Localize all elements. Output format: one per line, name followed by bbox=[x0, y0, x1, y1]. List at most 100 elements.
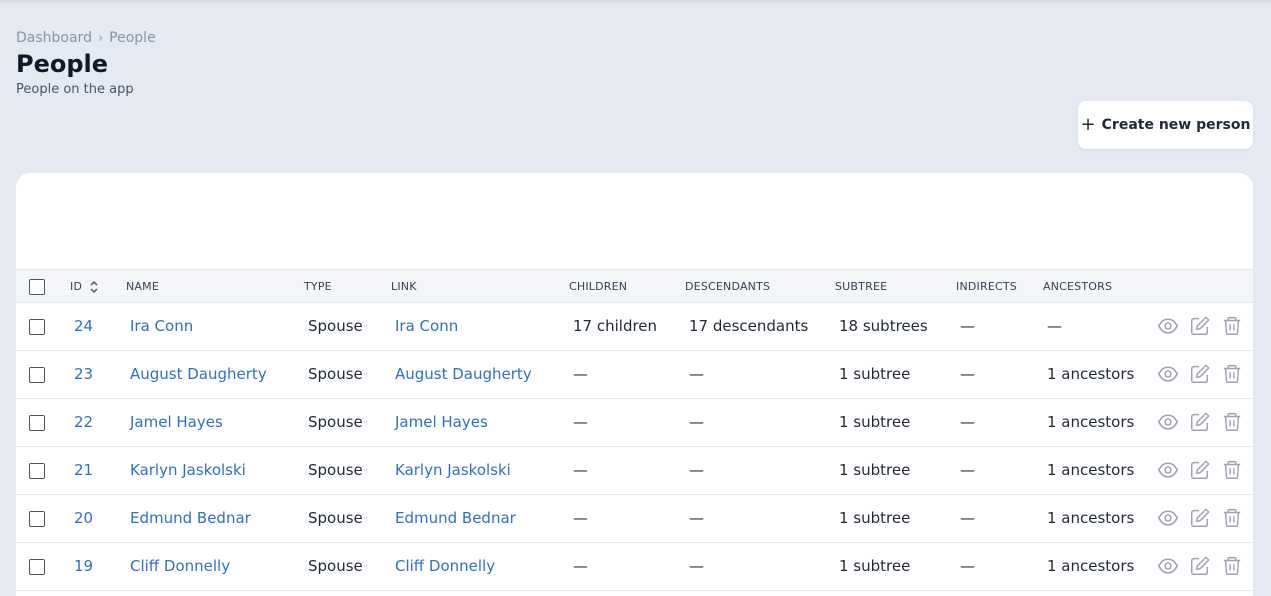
row-checkbox[interactable] bbox=[29, 511, 45, 527]
person-type: Spouse bbox=[308, 557, 363, 575]
ancestors-count: 1 ancestors bbox=[1047, 509, 1135, 527]
eye-icon[interactable] bbox=[1157, 459, 1179, 481]
children-count: — bbox=[573, 461, 588, 479]
trash-icon[interactable] bbox=[1221, 507, 1243, 529]
descendants-count: — bbox=[689, 365, 704, 383]
subtree-count: 1 subtree bbox=[839, 557, 911, 575]
person-type: Spouse bbox=[308, 509, 363, 527]
eye-icon[interactable] bbox=[1157, 555, 1179, 577]
column-header-id[interactable]: ID bbox=[70, 270, 82, 303]
trash-icon[interactable] bbox=[1221, 555, 1243, 577]
edit-icon[interactable] bbox=[1189, 555, 1211, 577]
table-row: 21 Karlyn Jaskolski Spouse Karlyn Jaskolski… bbox=[16, 447, 1253, 495]
create-new-person-label: Create new person bbox=[1101, 117, 1251, 133]
children-count: 17 children bbox=[573, 317, 658, 335]
person-name-link[interactable]: Karlyn Jaskolski bbox=[130, 447, 246, 494]
subtree-count: 1 subtree bbox=[839, 509, 911, 527]
column-header-children: CHILDREN bbox=[569, 280, 628, 293]
children-count: — bbox=[573, 365, 588, 383]
descendants-count: 17 descendants bbox=[689, 317, 809, 335]
subtree-count: 1 subtree bbox=[839, 461, 911, 479]
column-header-descendants: DESCENDANTS bbox=[685, 280, 771, 293]
person-id-link[interactable]: 19 bbox=[74, 543, 93, 590]
page-title: People bbox=[16, 50, 109, 78]
column-header-type: TYPE bbox=[304, 280, 332, 293]
subtree-count: 1 subtree bbox=[839, 365, 911, 383]
plus-icon: + bbox=[1080, 114, 1096, 135]
subtree-count: 18 subtrees bbox=[839, 317, 928, 335]
indirects-count: — bbox=[960, 413, 975, 431]
breadcrumb: Dashboard › People bbox=[16, 30, 156, 46]
create-new-person-button[interactable]: + Create new person bbox=[1078, 101, 1253, 149]
eye-icon[interactable] bbox=[1157, 507, 1179, 529]
eye-icon[interactable] bbox=[1157, 411, 1179, 433]
select-all-checkbox[interactable] bbox=[29, 279, 45, 295]
person-id-link[interactable]: 21 bbox=[74, 447, 93, 494]
children-count: — bbox=[573, 509, 588, 527]
children-count: — bbox=[573, 413, 588, 431]
person-type: Spouse bbox=[308, 365, 363, 383]
table-row: 22 Jamel Hayes Spouse Jamel Hayes — — 1 subtre… bbox=[16, 399, 1253, 447]
ancestors-count: 1 ancestors bbox=[1047, 413, 1135, 431]
row-checkbox[interactable] bbox=[29, 559, 45, 575]
children-count: — bbox=[573, 557, 588, 575]
descendants-count: — bbox=[689, 461, 704, 479]
indirects-count: — bbox=[960, 509, 975, 527]
person-id-link[interactable]: 24 bbox=[74, 303, 93, 350]
person-id-link[interactable]: 20 bbox=[74, 495, 93, 542]
person-link[interactable]: Edmund Bednar bbox=[395, 495, 516, 542]
eye-icon[interactable] bbox=[1157, 363, 1179, 385]
row-checkbox[interactable] bbox=[29, 319, 45, 335]
edit-icon[interactable] bbox=[1189, 315, 1211, 337]
person-link[interactable]: Karlyn Jaskolski bbox=[395, 447, 511, 494]
indirects-count: — bbox=[960, 461, 975, 479]
column-header-link: LINK bbox=[391, 280, 417, 293]
person-id-link[interactable]: 23 bbox=[74, 351, 93, 398]
descendants-count: — bbox=[689, 509, 704, 527]
descendants-count: — bbox=[689, 413, 704, 431]
person-name-link[interactable]: Edmund Bednar bbox=[130, 495, 251, 542]
trash-icon[interactable] bbox=[1221, 363, 1243, 385]
edit-icon[interactable] bbox=[1189, 411, 1211, 433]
table-row: 19 Cliff Donnelly Spouse Cliff Donnelly — — 1 … bbox=[16, 543, 1253, 591]
person-name-link[interactable]: August Daugherty bbox=[130, 351, 267, 398]
breadcrumb-current: People bbox=[109, 30, 156, 46]
person-id-link[interactable]: 22 bbox=[74, 399, 93, 446]
edit-icon[interactable] bbox=[1189, 459, 1211, 481]
person-link[interactable]: Cliff Donnelly bbox=[395, 543, 495, 590]
edit-icon[interactable] bbox=[1189, 363, 1211, 385]
person-type: Spouse bbox=[308, 413, 363, 431]
person-name-link[interactable]: Ira Conn bbox=[130, 303, 193, 350]
column-header-name: NAME bbox=[126, 280, 159, 293]
descendants-count: — bbox=[689, 557, 704, 575]
sort-icon[interactable] bbox=[90, 280, 98, 294]
row-checkbox[interactable] bbox=[29, 463, 45, 479]
column-header-subtree: SUBTREE bbox=[835, 280, 888, 293]
ancestors-count: 1 ancestors bbox=[1047, 557, 1135, 575]
person-link[interactable]: August Daugherty bbox=[395, 351, 532, 398]
ancestors-count: — bbox=[1047, 317, 1062, 335]
table-row: 24 Ira Conn Spouse Ira Conn 17 children 17 de… bbox=[16, 303, 1253, 351]
ancestors-count: 1 ancestors bbox=[1047, 365, 1135, 383]
column-header-ancestors: ANCESTORS bbox=[1043, 280, 1113, 293]
eye-icon[interactable] bbox=[1157, 315, 1179, 337]
people-table-card: ID NAME TYPE LINK CHILDREN DESCENDANTS S… bbox=[16, 173, 1253, 596]
table-row: 23 August Daugherty Spouse August Daugherty… bbox=[16, 351, 1253, 399]
breadcrumb-dashboard[interactable]: Dashboard bbox=[16, 30, 92, 46]
person-name-link[interactable]: Cliff Donnelly bbox=[130, 543, 230, 590]
row-checkbox[interactable] bbox=[29, 367, 45, 383]
indirects-count: — bbox=[960, 317, 975, 335]
indirects-count: — bbox=[960, 365, 975, 383]
person-link[interactable]: Jamel Hayes bbox=[395, 399, 488, 446]
row-checkbox[interactable] bbox=[29, 415, 45, 431]
edit-icon[interactable] bbox=[1189, 507, 1211, 529]
person-type: Spouse bbox=[308, 317, 363, 335]
page: Dashboard › People People People on the … bbox=[0, 0, 1271, 596]
subtree-count: 1 subtree bbox=[839, 413, 911, 431]
trash-icon[interactable] bbox=[1221, 459, 1243, 481]
trash-icon[interactable] bbox=[1221, 315, 1243, 337]
person-link[interactable]: Ira Conn bbox=[395, 303, 458, 350]
trash-icon[interactable] bbox=[1221, 411, 1243, 433]
person-name-link[interactable]: Jamel Hayes bbox=[130, 399, 223, 446]
indirects-count: — bbox=[960, 557, 975, 575]
